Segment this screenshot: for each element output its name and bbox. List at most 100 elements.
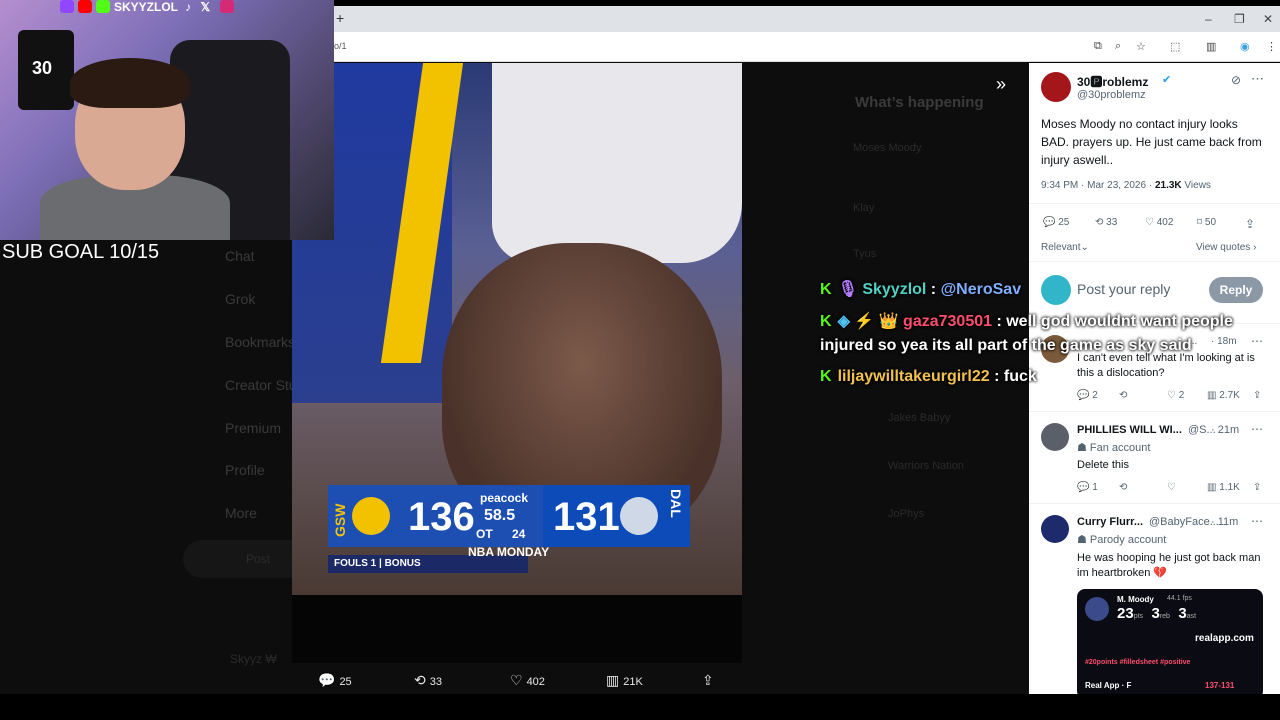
nav-chat[interactable]: Chat [225, 248, 255, 264]
cast-icon[interactable]: ⧉ [1094, 40, 1102, 53]
media-repost-action[interactable]: ⟲ 33 [414, 672, 442, 689]
nba-monday-logo: NBA MONDAY [468, 545, 550, 559]
reply-text: He was hooping he just got back man im h… [1077, 552, 1261, 579]
reply-views[interactable]: ▥ 1.1K [1207, 482, 1240, 493]
reply-views[interactable]: ▥ 2.7K [1207, 390, 1240, 401]
card-score: 137-131 [1205, 681, 1235, 690]
heart-icon[interactable]: ♡ [1167, 482, 1176, 493]
heart-icon: ♡ [1145, 217, 1157, 228]
reply-action[interactable]: 💬 25 [1043, 217, 1069, 228]
author-name[interactable]: 30🅿roblemz [1077, 73, 1148, 90]
nav-more[interactable]: More [225, 505, 257, 521]
chat-text: @NeroSav [940, 281, 1022, 298]
bookmark-icon: ⌑ [1197, 217, 1205, 228]
reply-reply-action[interactable]: 💬 2 [1077, 390, 1098, 401]
repost-count: 33 [429, 676, 442, 688]
sort-label: Relevant [1041, 242, 1081, 253]
more-options-icon[interactable]: ⋯ [1251, 422, 1263, 436]
tweet-text: Moses Moody no contact injury looks BAD.… [1041, 117, 1262, 167]
media-share-action[interactable]: ⇪ [702, 672, 718, 689]
scoreboard: GSW 136 peacock 58.5 OT 24 131 DAL FOULS… [328, 485, 690, 575]
card-fps: 44.1 fps [1167, 595, 1192, 602]
reply-like-action[interactable]: ♡ 2 [1167, 390, 1184, 401]
close-window-button[interactable]: ✕ [1263, 12, 1273, 26]
reply-icon: 💬 [1077, 390, 1093, 401]
profile-icon[interactable]: ◉ [1240, 40, 1250, 53]
bookmark-star-icon[interactable]: ☆ [1136, 40, 1146, 53]
kick-icon [96, 0, 110, 13]
away-score: 131 [553, 495, 620, 539]
extensions-icon[interactable]: ⬚ [1170, 40, 1180, 53]
media-views-action[interactable]: ▥ 21K [606, 672, 643, 689]
maximize-button[interactable]: ❐ [1234, 12, 1245, 26]
author-handle[interactable]: @30problemz [1077, 89, 1146, 101]
minimize-button[interactable]: – [1205, 12, 1212, 26]
more-options-icon[interactable]: ⋯ [1251, 334, 1263, 348]
game-clock: 58.5 [484, 507, 516, 524]
repost-icon: ⟲ [1095, 217, 1107, 228]
card-site: realapp.com [1195, 633, 1254, 644]
nav-bookmarks[interactable]: Bookmarks [225, 334, 295, 350]
bookmark-action[interactable]: ⌑ 50 [1197, 217, 1216, 228]
media-like-action[interactable]: ♡ 402 [510, 672, 545, 689]
sort-dropdown[interactable]: Relevant⌄ [1041, 242, 1089, 253]
bookmark-count: 50 [1204, 217, 1217, 228]
reply-button[interactable]: Reply [1209, 277, 1263, 303]
share-icon[interactable]: ⇪ [1253, 482, 1261, 493]
network-logo: peacock [480, 491, 529, 505]
kick-icon: K [820, 313, 832, 330]
account-switcher[interactable]: Skyyz ₩ [230, 652, 277, 666]
trend-item: Klay [853, 202, 875, 214]
nav-premium[interactable]: Premium [225, 420, 281, 436]
reply-handle[interactable]: @BabyFace... [1149, 516, 1219, 528]
author-avatar[interactable] [1041, 72, 1071, 102]
like-count: 402 [1156, 217, 1174, 228]
reply-time: · 18m [1211, 336, 1237, 347]
home-score: 136 [408, 495, 475, 539]
view-quotes-link[interactable]: View quotes › [1196, 242, 1256, 253]
share-icon[interactable]: ⇪ [1245, 217, 1255, 231]
menu-icon[interactable]: ⋮ [1266, 40, 1277, 53]
reply-author[interactable]: PHILLIES WILL WI... [1077, 424, 1182, 436]
chat-text: injured so yea its all part of the game … [820, 337, 1192, 354]
sleeve-shape [492, 63, 742, 263]
reply-time: · 21m [1211, 424, 1240, 436]
share-icon[interactable]: ⇪ [1253, 390, 1261, 401]
shot-clock: 24 [512, 527, 526, 541]
nav-profile[interactable]: Profile [225, 462, 265, 478]
reply-icon: 💬 [1043, 217, 1059, 228]
expand-panel-icon[interactable]: » [996, 74, 1006, 95]
realapp-card[interactable]: M. Moody 44.1 fps 23pts 3reb 3ast realap… [1077, 589, 1263, 694]
reply-avatar[interactable] [1041, 423, 1069, 451]
reply-reply-action[interactable]: 💬 1 [1077, 482, 1098, 493]
repost-action[interactable]: ⟲ 33 [1095, 217, 1117, 228]
nav-grok[interactable]: Grok [225, 291, 255, 307]
card-ast-label: ast [1186, 613, 1197, 620]
view-count: 1.1K [1219, 482, 1240, 493]
away-team: DAL [668, 489, 684, 518]
reply-avatar[interactable] [1041, 515, 1069, 543]
grok-icon[interactable]: ⊘ [1231, 73, 1241, 87]
more-options-icon[interactable]: ⋯ [1251, 71, 1264, 87]
reply-author[interactable]: Curry Flurr... [1077, 516, 1143, 528]
reply-count: 25 [1058, 217, 1070, 228]
zoom-icon[interactable]: ⌕ [1115, 40, 1121, 53]
reply-input[interactable]: Post your reply [1077, 281, 1170, 297]
address-bar[interactable]: o/1 [334, 41, 347, 51]
share-icon: ⇪ [702, 672, 714, 688]
sidepanel-icon[interactable]: ▥ [1206, 40, 1216, 53]
views-icon: ▥ [606, 672, 620, 688]
repost-icon[interactable]: ⟲ [1119, 482, 1127, 493]
like-action[interactable]: ♡ 402 [1145, 217, 1173, 228]
mic-icon: 🎙 [837, 281, 863, 298]
chat-user: gaza730501 [903, 313, 993, 330]
heart-icon: ♡ [510, 672, 523, 688]
media-reply-action[interactable]: 💬 25 [318, 672, 352, 689]
chat-user: Skyyzlol [862, 281, 927, 298]
new-tab-button[interactable]: + [336, 10, 344, 26]
view-count: 2.7K [1219, 390, 1240, 401]
kick-icon: K [820, 281, 832, 298]
more-options-icon[interactable]: ⋯ [1251, 514, 1263, 528]
card-tags: #20points #filledsheet #positive [1085, 659, 1191, 666]
repost-icon[interactable]: ⟲ [1119, 390, 1127, 401]
